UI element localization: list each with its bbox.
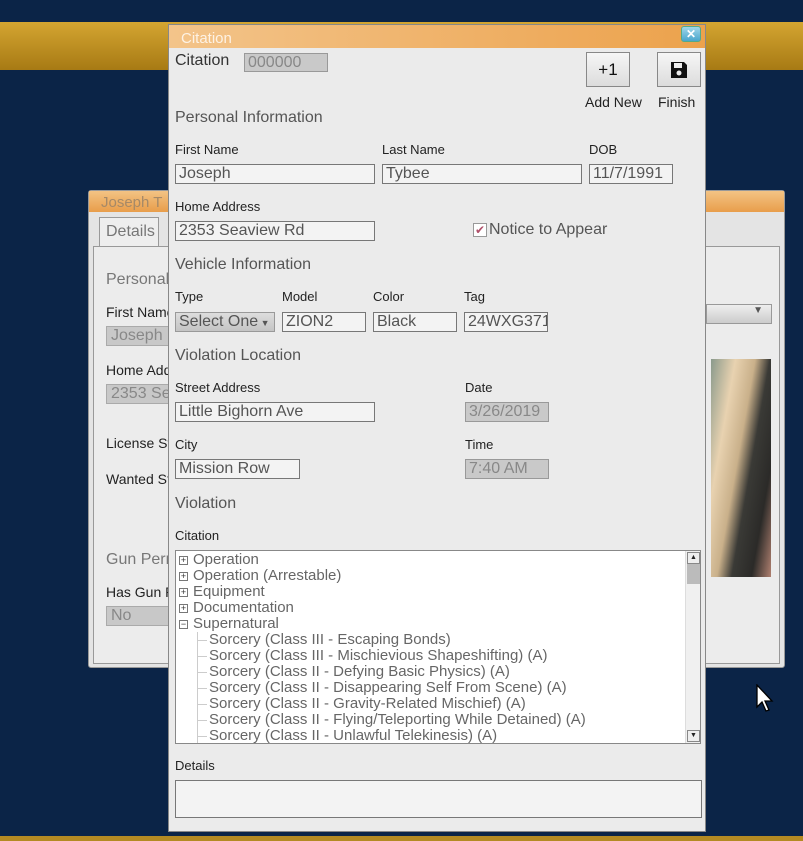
close-icon[interactable]: ✕: [681, 26, 701, 42]
tree-node-documentation[interactable]: + Documentation: [176, 600, 700, 616]
has-gun-permit-label: Has Gun P: [106, 584, 175, 600]
suspect-photo: [711, 359, 771, 577]
tree-node-label: Operation (Arrestable): [193, 567, 342, 584]
expand-icon[interactable]: +: [179, 587, 188, 597]
plus-one-icon: +1: [598, 60, 618, 79]
date-field: 3/26/2019: [465, 402, 549, 422]
tree-node-label: Supernatural: [193, 615, 279, 632]
finish-button[interactable]: [657, 52, 701, 87]
tree-node-label: Operation: [193, 551, 259, 568]
add-new-label: Add New: [585, 94, 642, 110]
tab-details[interactable]: Details: [99, 217, 159, 247]
tree-leaf[interactable]: Sorcery (Class III - Escaping Bonds): [176, 632, 700, 648]
tree-scrollbar[interactable]: ▲ ▼: [685, 551, 700, 743]
home-address-field[interactable]: 2353 Seaview Rd: [175, 221, 375, 241]
citation-number-label: Citation: [175, 52, 230, 69]
home-address-label: Home Add: [106, 362, 172, 378]
mouse-cursor-icon: [756, 684, 774, 712]
tree-node-label: Documentation: [193, 599, 294, 616]
bottom-banner: [0, 836, 803, 841]
details-textbox[interactable]: [175, 780, 702, 818]
street-address-field[interactable]: Little Bighorn Ave: [175, 402, 375, 422]
vehicle-type-select[interactable]: Select One ▼: [175, 312, 275, 332]
tree-leaf[interactable]: Sorcery (Class II - Unlawful Telekinesis…: [176, 728, 700, 743]
add-new-button[interactable]: +1: [586, 52, 630, 87]
dob-field[interactable]: 11/7/1991: [589, 164, 673, 184]
tree-node-operation[interactable]: + Operation: [176, 552, 700, 568]
scroll-up-icon[interactable]: ▲: [687, 552, 700, 564]
model-field[interactable]: ZION2: [282, 312, 366, 332]
citation-tree[interactable]: + Operation + Operation (Arrestable) + Equi…: [175, 550, 701, 744]
details-label: Details: [175, 758, 215, 773]
tree-leaf[interactable]: Sorcery (Class II - Gravity-Related Misc…: [176, 696, 700, 712]
finish-label: Finish: [658, 94, 696, 110]
expand-icon[interactable]: +: [179, 571, 188, 581]
tree-leaf[interactable]: Sorcery (Class II - Flying/Teleporting W…: [176, 712, 700, 728]
license-status-label: License St: [106, 435, 172, 451]
personal-info-heading: Personal Information: [175, 109, 323, 126]
last-name-field[interactable]: Tybee: [382, 164, 582, 184]
tree-leaf[interactable]: Sorcery (Class II - Disappearing Self Fr…: [176, 680, 700, 696]
tree-node-supernatural[interactable]: − Supernatural: [176, 616, 700, 632]
tree-node-operation-arrestable[interactable]: + Operation (Arrestable): [176, 568, 700, 584]
scroll-down-icon[interactable]: ▼: [687, 730, 700, 742]
date-label: Date: [465, 380, 493, 395]
citation-tree-label: Citation: [175, 528, 220, 543]
type-select-value: Select One: [179, 313, 259, 330]
tree-node-equipment[interactable]: + Equipment: [176, 584, 700, 600]
section-heading: Personal: [106, 271, 170, 288]
floppy-disk-icon: [671, 62, 687, 78]
expand-icon[interactable]: +: [179, 555, 188, 565]
first-name-label: First Name: [175, 142, 239, 157]
color-label: Color: [373, 289, 405, 304]
notice-to-appear-checkbox[interactable]: ✔: [473, 223, 487, 237]
tag-label: Tag: [464, 289, 485, 304]
time-label: Time: [465, 437, 494, 452]
tree-node-label: Equipment: [193, 583, 265, 600]
citation-number-field: 000000: [244, 53, 328, 72]
city-label: City: [175, 437, 198, 452]
violation-location-heading: Violation Location: [175, 347, 302, 364]
street-address-label: Street Address: [175, 380, 261, 395]
scroll-thumb[interactable]: [687, 564, 700, 584]
violation-heading: Violation: [175, 495, 237, 512]
wanted-status-label: Wanted St: [106, 471, 171, 487]
tree-leaf[interactable]: Sorcery (Class III - Mischievious Shapes…: [176, 648, 700, 664]
color-field[interactable]: Black: [373, 312, 457, 332]
type-label: Type: [175, 289, 204, 304]
vehicle-info-heading: Vehicle Information: [175, 256, 312, 273]
tree-leaf[interactable]: Sorcery (Class II - Defying Basic Physic…: [176, 664, 700, 680]
city-field[interactable]: Mission Row: [175, 459, 300, 479]
first-name-field[interactable]: Joseph: [175, 164, 375, 184]
collapse-icon[interactable]: −: [179, 619, 188, 629]
model-label: Model: [282, 289, 318, 304]
time-field: 7:40 AM: [465, 459, 549, 479]
notice-to-appear-label[interactable]: Notice to Appear: [489, 221, 607, 239]
dob-label: DOB: [589, 142, 618, 157]
tag-field[interactable]: 24WXG371: [464, 312, 548, 332]
dialog-title: Citation: [169, 25, 705, 48]
background-dropdown[interactable]: ▼: [706, 304, 772, 324]
expand-icon[interactable]: +: [179, 603, 188, 613]
citation-dialog: Citation ✕ Citation 000000 +1 Add New Fi…: [168, 24, 706, 832]
first-name-label: First Name: [106, 304, 175, 320]
chevron-down-icon: ▼: [258, 318, 270, 328]
home-address-label: Home Address: [175, 199, 261, 214]
last-name-label: Last Name: [382, 142, 445, 157]
